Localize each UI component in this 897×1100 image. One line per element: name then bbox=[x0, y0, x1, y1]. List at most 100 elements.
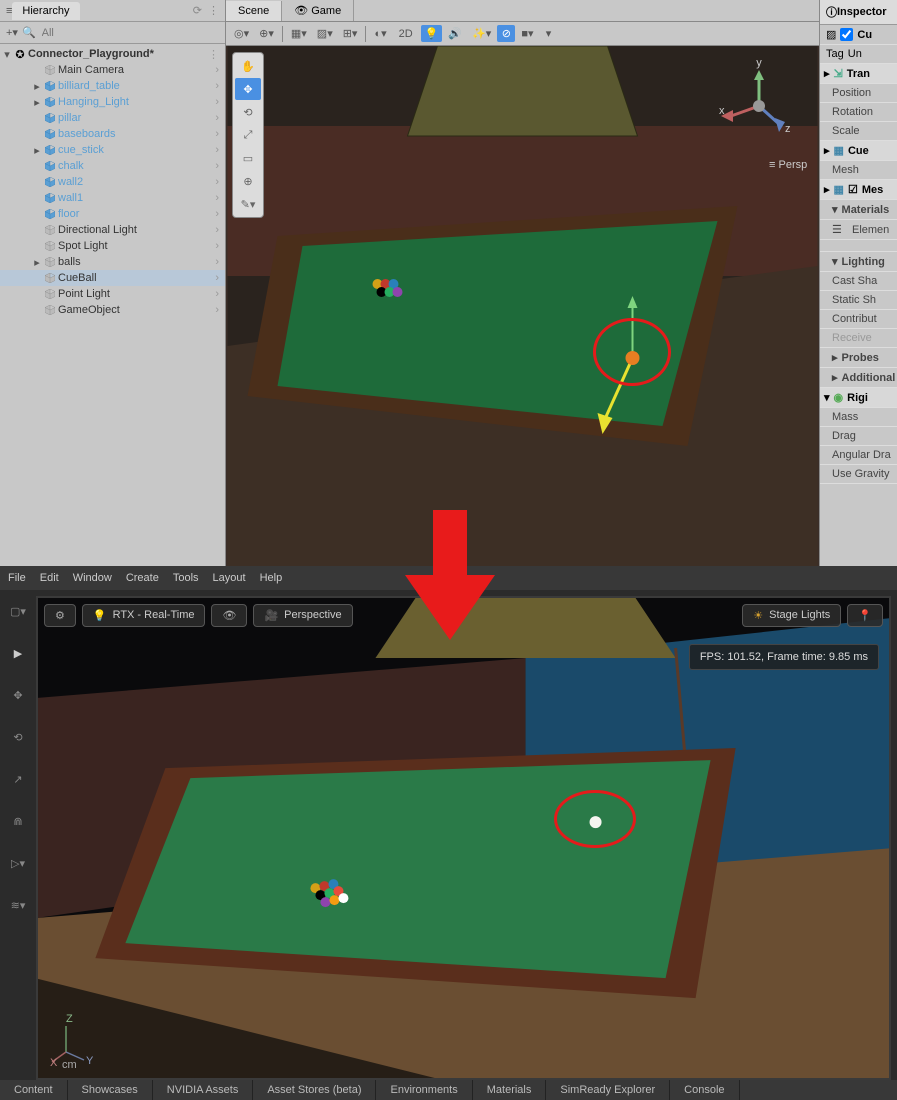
rect-tool[interactable]: ▭ bbox=[235, 147, 261, 169]
scale-tool[interactable]: ⤢ bbox=[235, 124, 261, 146]
inspector-angular[interactable]: Angular Dra bbox=[820, 446, 897, 465]
play-tool[interactable]: ▷▾ bbox=[6, 852, 30, 876]
inspector-meshrenderer[interactable]: ▸ ▦ ☑ Mes bbox=[820, 180, 897, 200]
tree-row[interactable]: Point Light› bbox=[0, 286, 225, 302]
tree-row[interactable]: wall2› bbox=[0, 174, 225, 190]
inspector-rotation[interactable]: Rotation bbox=[820, 103, 897, 122]
tree-row[interactable]: Spot Light› bbox=[0, 238, 225, 254]
audio-icon[interactable]: 🔊 bbox=[444, 25, 466, 42]
settings-button[interactable]: ⚙ bbox=[44, 604, 76, 627]
inspector-static[interactable]: Static Sh bbox=[820, 291, 897, 310]
select-tool[interactable]: ▢▾ bbox=[6, 600, 30, 624]
camera-mode-button[interactable]: 🎥Perspective bbox=[253, 604, 352, 627]
snap-tool[interactable]: ⋒ bbox=[6, 810, 30, 834]
tree-row[interactable]: ▸balls› bbox=[0, 254, 225, 270]
menu-create[interactable]: Create bbox=[126, 572, 159, 584]
expand-arrow-icon[interactable]: ▸ bbox=[32, 144, 42, 157]
pointer-tool[interactable]: ▶ bbox=[6, 642, 30, 666]
active-checkbox[interactable] bbox=[840, 28, 853, 41]
move-tool-omni[interactable]: ✥ bbox=[6, 684, 30, 708]
inspector-gravity[interactable]: Use Gravity bbox=[820, 465, 897, 484]
inspector-element[interactable]: ☰ Elemen bbox=[820, 220, 897, 240]
inspector-mesh[interactable]: Mesh bbox=[820, 161, 897, 180]
increment-icon[interactable]: ⊞▾ bbox=[339, 25, 362, 42]
tree-row[interactable]: CueBall› bbox=[0, 270, 225, 286]
bottombar-assetstores[interactable]: Asset Stores (beta) bbox=[253, 1080, 376, 1100]
gizmos-icon[interactable]: ▾ bbox=[540, 25, 558, 42]
camera-icon[interactable]: ■▾ bbox=[517, 25, 537, 42]
omni-viewport[interactable]: ⚙ 💡RTX - Real-Time 👁 🎥Perspective ☀Stage… bbox=[36, 596, 891, 1080]
expand-arrow-icon[interactable]: ▸ bbox=[32, 80, 42, 93]
tree-root[interactable]: ▾ ✪ Connector_Playground* ⋮ bbox=[0, 46, 225, 62]
custom-tool[interactable]: ✎▾ bbox=[235, 193, 261, 215]
bottombar-environments[interactable]: Environments bbox=[376, 1080, 472, 1100]
expand-arrow-icon[interactable]: ▸ bbox=[32, 256, 42, 269]
inspector-contrib[interactable]: Contribut bbox=[820, 310, 897, 329]
inspector-transform[interactable]: ▸ ⇲ Tran bbox=[820, 64, 897, 84]
tree-row[interactable]: ▸Hanging_Light› bbox=[0, 94, 225, 110]
inspector-drag[interactable]: Drag bbox=[820, 427, 897, 446]
inspector-additional[interactable]: ▸ Additional S bbox=[820, 368, 897, 388]
mode-2d[interactable]: 2D bbox=[393, 26, 419, 42]
inspector-position[interactable]: Position bbox=[820, 84, 897, 103]
bottombar-nvidia[interactable]: NVIDIA Assets bbox=[153, 1080, 254, 1100]
scale-tool-omni[interactable]: ↗ bbox=[6, 768, 30, 792]
stage-lights-button[interactable]: ☀Stage Lights bbox=[742, 604, 841, 627]
tree-row[interactable]: baseboards› bbox=[0, 126, 225, 142]
tree-row[interactable]: pillar› bbox=[0, 110, 225, 126]
add-icon[interactable]: +▾ bbox=[6, 26, 18, 39]
anim-tool[interactable]: ≋▾ bbox=[6, 894, 30, 918]
light-icon[interactable]: 💡 bbox=[421, 25, 443, 42]
menu-help[interactable]: Help bbox=[260, 572, 283, 584]
expand-arrow-icon[interactable]: ▸ bbox=[32, 96, 42, 109]
panel-lock-icon[interactable]: ⟳ bbox=[193, 4, 202, 17]
location-button[interactable]: 📍 bbox=[847, 604, 883, 627]
inspector-cast[interactable]: Cast Sha bbox=[820, 272, 897, 291]
tree-row[interactable]: Directional Light› bbox=[0, 222, 225, 238]
panel-menu-icon[interactable]: ⋮ bbox=[202, 4, 219, 17]
rotate-tool-omni[interactable]: ⟲ bbox=[6, 726, 30, 750]
inspector-cue[interactable]: ▸ ▦ Cue bbox=[820, 141, 897, 161]
hierarchy-tab-label[interactable]: Hierarchy bbox=[12, 2, 79, 20]
inspector-receive[interactable]: Receive bbox=[820, 329, 897, 348]
tree-row[interactable]: GameObject› bbox=[0, 302, 225, 318]
grid-icon[interactable]: ▦▾ bbox=[287, 25, 311, 42]
bottombar-content[interactable]: Content bbox=[0, 1080, 68, 1100]
bottombar-materials[interactable]: Materials bbox=[473, 1080, 547, 1100]
omni-axes-gizmo[interactable]: Z X Y cm bbox=[48, 1010, 108, 1070]
tree-row[interactable]: chalk› bbox=[0, 158, 225, 174]
menu-tools[interactable]: Tools bbox=[173, 572, 199, 584]
hand-tool[interactable]: ✋ bbox=[235, 55, 261, 77]
inspector-scale[interactable]: Scale bbox=[820, 122, 897, 141]
tree-row[interactable]: ▸cue_stick› bbox=[0, 142, 225, 158]
rotate-tool[interactable]: ⟲ bbox=[235, 101, 261, 123]
bottombar-console[interactable]: Console bbox=[670, 1080, 739, 1100]
tab-scene[interactable]: Scene bbox=[226, 1, 282, 21]
scene-viewport[interactable]: ✋ ✥ ⟲ ⤢ ▭ ⊕ ✎▾ bbox=[226, 46, 819, 566]
effects-icon[interactable]: ✨▾ bbox=[468, 25, 495, 42]
hierarchy-search-input[interactable] bbox=[40, 26, 219, 40]
snap-icon[interactable]: ▨▾ bbox=[313, 25, 337, 42]
transform-tool[interactable]: ⊕ bbox=[235, 170, 261, 192]
visibility-button[interactable]: 👁 bbox=[211, 604, 247, 627]
inspector-rigidbody[interactable]: ▾ ◉ Rigi bbox=[820, 388, 897, 408]
global-icon[interactable]: ⊕▾ bbox=[255, 25, 278, 42]
inspector-tag-row[interactable]: Tag Un bbox=[820, 45, 897, 64]
orientation-gizmo[interactable]: y x z ≡ Persp bbox=[709, 56, 809, 176]
tree-row[interactable]: ▸billiard_table› bbox=[0, 78, 225, 94]
inspector-mass[interactable]: Mass bbox=[820, 408, 897, 427]
bottombar-showcases[interactable]: Showcases bbox=[68, 1080, 153, 1100]
tree-row[interactable]: wall1› bbox=[0, 190, 225, 206]
shading-icon[interactable]: ◐▾ bbox=[370, 25, 390, 42]
bottombar-simready[interactable]: SimReady Explorer bbox=[546, 1080, 670, 1100]
tree-row[interactable]: Main Camera› bbox=[0, 62, 225, 78]
menu-window[interactable]: Window bbox=[73, 572, 112, 584]
inspector-name-row[interactable]: ▨ Cu bbox=[820, 25, 897, 45]
tree-row[interactable]: floor› bbox=[0, 206, 225, 222]
pivot-icon[interactable]: ◎▾ bbox=[230, 25, 253, 42]
inspector-materials[interactable]: ▾ Materials bbox=[820, 200, 897, 220]
tab-game[interactable]: 👁 Game bbox=[282, 0, 354, 21]
menu-edit[interactable]: Edit bbox=[40, 572, 59, 584]
move-tool[interactable]: ✥ bbox=[235, 78, 261, 100]
inspector-lighting[interactable]: ▾ Lighting bbox=[820, 252, 897, 272]
